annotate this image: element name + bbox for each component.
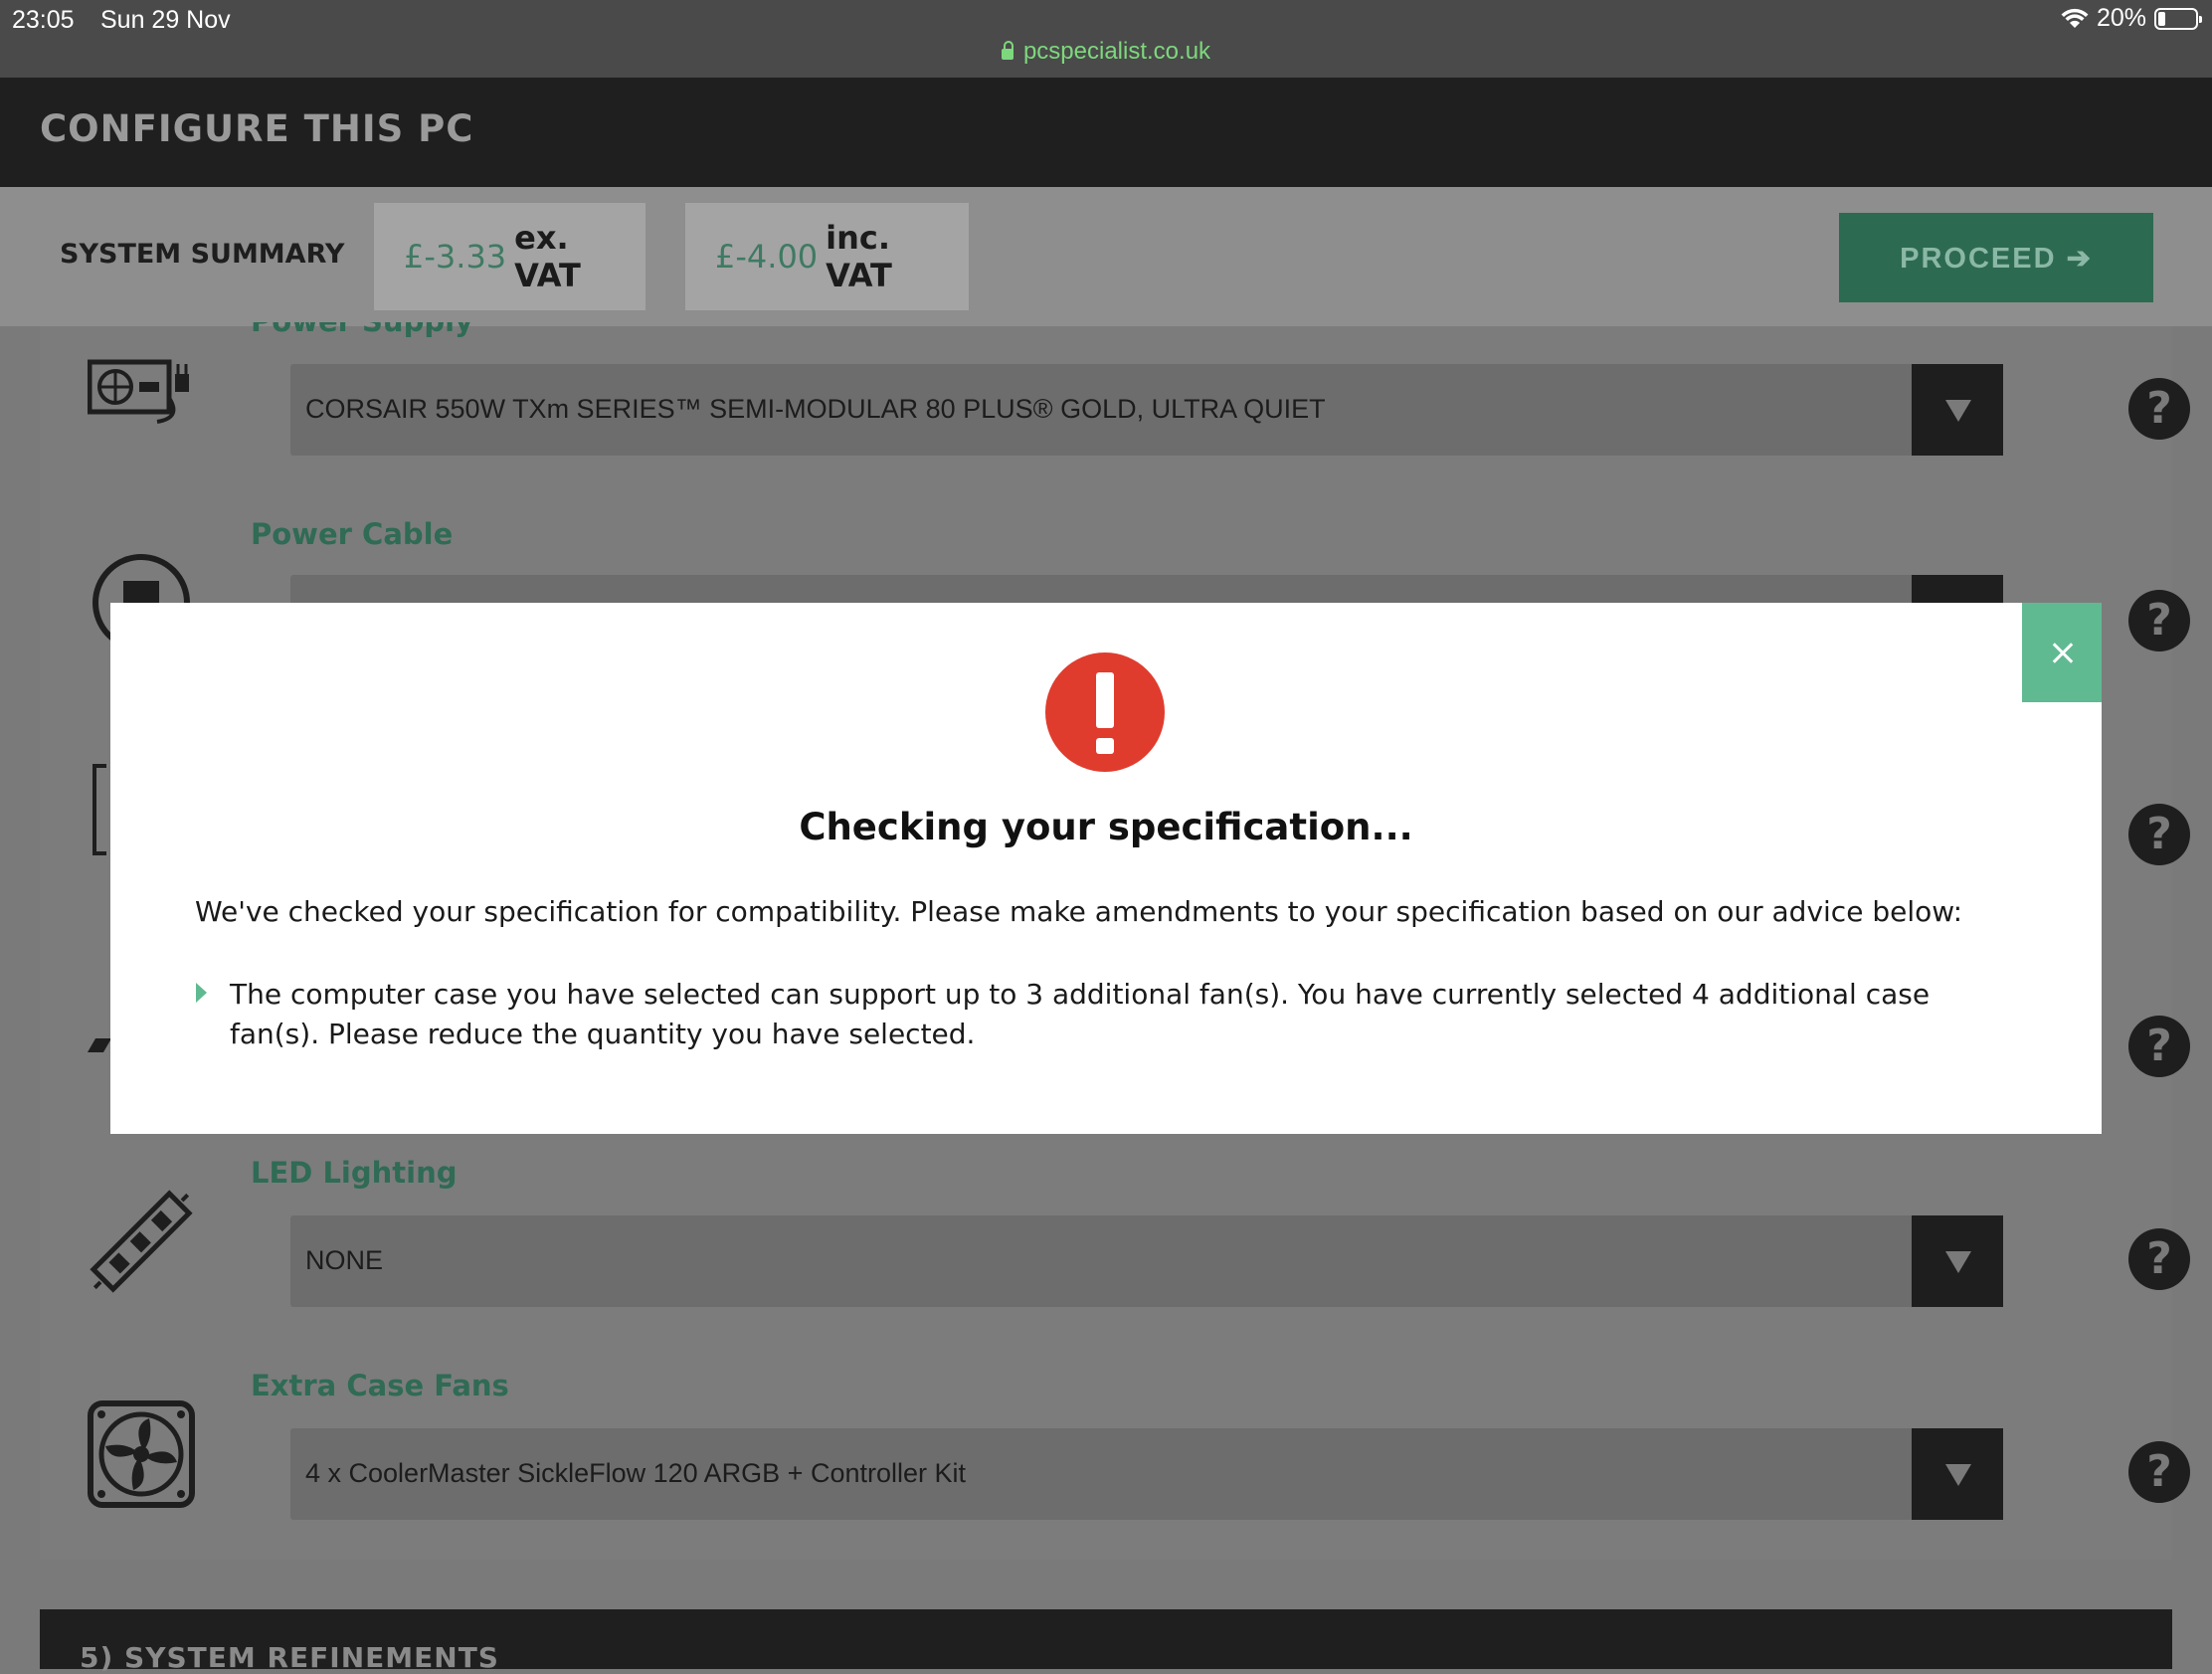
system-summary-label: SYSTEM SUMMARY bbox=[60, 239, 345, 270]
lock-icon bbox=[1001, 41, 1014, 60]
status-date: Sun 29 Nov bbox=[100, 6, 231, 34]
help-icon[interactable]: ? bbox=[2128, 590, 2190, 651]
system-summary-bar: SYSTEM SUMMARY £-3.33 ex. VAT £-4.00 inc… bbox=[0, 187, 2212, 326]
bullet-arrow-icon bbox=[196, 983, 207, 1003]
led-lighting-value: NONE bbox=[305, 1245, 384, 1275]
compatibility-modal: Checking your specification... We've che… bbox=[110, 603, 2102, 1134]
component-icon-partial bbox=[92, 764, 106, 855]
extra-case-fans-value: 4 x CoolerMaster SickleFlow 120 ARGB + C… bbox=[305, 1458, 967, 1488]
price-inc-vat: £-4.00 inc. VAT bbox=[685, 203, 969, 310]
help-icon[interactable]: ? bbox=[2128, 1441, 2190, 1503]
close-button[interactable] bbox=[2022, 603, 2102, 702]
case-fan-icon bbox=[88, 1400, 195, 1508]
url-text: pcspecialist.co.uk bbox=[1022, 38, 1211, 65]
power-supply-value: CORSAIR 550W TXm SERIES™ SEMI-MODULAR 80… bbox=[305, 394, 1326, 424]
price-inc-vat-label: inc. VAT bbox=[826, 219, 892, 294]
status-indicators: 20% bbox=[2061, 4, 2202, 33]
ios-status-bar: 23:05 Sun 29 Nov 20% pcspecialist.co.uk bbox=[0, 0, 2212, 78]
price-ex-vat-amount: £-3.33 bbox=[404, 238, 507, 276]
page-title: CONFIGURE THIS PC bbox=[40, 107, 474, 150]
advice-item: The computer case you have selected can … bbox=[230, 978, 1931, 1050]
power-supply-select[interactable]: CORSAIR 550W TXm SERIES™ SEMI-MODULAR 80… bbox=[290, 364, 2003, 456]
battery-level-fill bbox=[2158, 11, 2165, 26]
alert-icon bbox=[1045, 652, 1165, 772]
wifi-icon bbox=[2061, 8, 2089, 28]
price-ex-vat: £-3.33 ex. VAT bbox=[374, 203, 645, 310]
power-supply-icon bbox=[88, 359, 189, 424]
help-icon[interactable]: ? bbox=[2128, 804, 2190, 865]
alert-icon-bar bbox=[1096, 672, 1114, 728]
help-icon[interactable]: ? bbox=[2128, 378, 2190, 440]
address-bar[interactable]: pcspecialist.co.uk bbox=[0, 38, 2212, 66]
section-title: 5) SYSTEM REFINEMENTS bbox=[80, 1641, 499, 1674]
chevron-down-icon[interactable] bbox=[1912, 364, 2003, 456]
chevron-down-icon[interactable] bbox=[1912, 1428, 2003, 1520]
proceed-button[interactable]: PROCEED ➔ bbox=[1839, 213, 2153, 302]
led-lighting-label: LED Lighting bbox=[251, 1156, 458, 1190]
extra-case-fans-label: Extra Case Fans bbox=[251, 1369, 509, 1402]
alert-icon-dot bbox=[1096, 738, 1114, 754]
modal-intro-text: We've checked your specification for com… bbox=[195, 895, 1963, 928]
power-cable-label: Power Cable bbox=[251, 517, 454, 551]
help-icon[interactable]: ? bbox=[2128, 1016, 2190, 1077]
modal-title: Checking your specification... bbox=[799, 806, 1413, 848]
battery-percent: 20% bbox=[2096, 4, 2146, 32]
led-strip-icon bbox=[90, 1190, 193, 1293]
battery-icon bbox=[2154, 7, 2202, 30]
help-icon[interactable]: ? bbox=[2128, 1228, 2190, 1290]
status-time: 23:05 bbox=[12, 6, 75, 34]
price-ex-vat-label: ex. VAT bbox=[514, 219, 581, 294]
price-inc-vat-amount: £-4.00 bbox=[715, 238, 819, 276]
chevron-down-icon[interactable] bbox=[1912, 1215, 2003, 1307]
led-lighting-select[interactable]: NONE bbox=[290, 1215, 2003, 1307]
system-refinements-section[interactable]: 5) SYSTEM REFINEMENTS bbox=[40, 1609, 2172, 1674]
component-icon-partial bbox=[87, 1038, 112, 1052]
configure-header: CONFIGURE THIS PC bbox=[0, 78, 2212, 187]
extra-case-fans-select[interactable]: 4 x CoolerMaster SickleFlow 120 ARGB + C… bbox=[290, 1428, 2003, 1520]
